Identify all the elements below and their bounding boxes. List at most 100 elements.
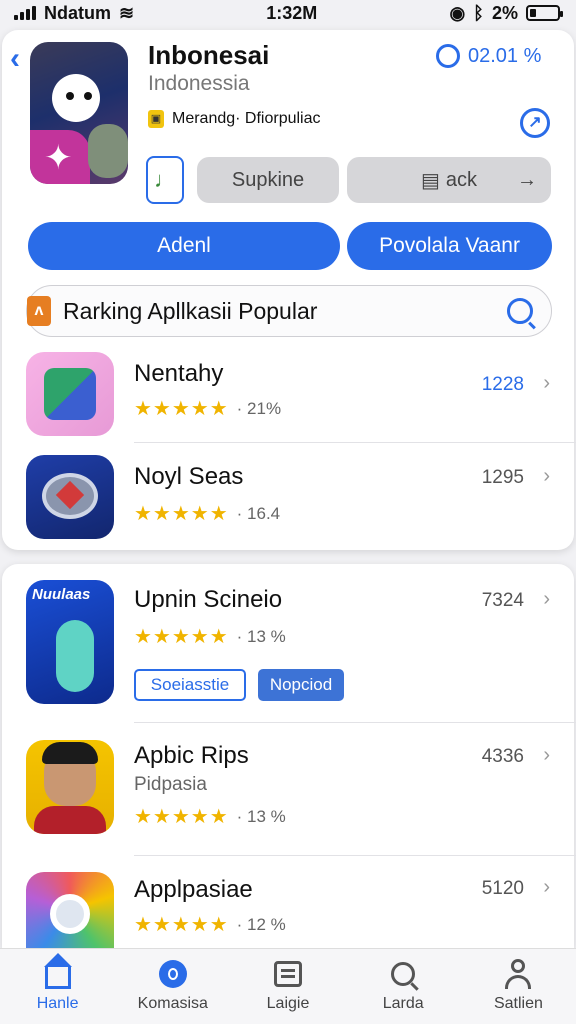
music-note-icon[interactable]: ♩	[146, 156, 184, 204]
app-count: 7324	[481, 590, 524, 611]
hero-face-shape	[52, 74, 100, 122]
rating-row: ★★★★★ · 12 %	[134, 912, 286, 937]
secondary-button-b-label: ack	[445, 168, 478, 191]
ranking-flag-icon: ᴧ	[27, 296, 51, 326]
app-name: Upnin Scineio	[134, 586, 283, 613]
hero-eye-left	[66, 92, 74, 100]
primary-button-b-label: Povolala Vaanr	[379, 234, 520, 257]
book-icon: ▤	[420, 169, 440, 192]
list-item[interactable]: Apbic Rips Pidpasia ★★★★★ · 13 % 4336 ›	[0, 740, 572, 840]
app-count: 4336	[481, 746, 524, 767]
rating-row: ★★★★★ · 16.4	[134, 501, 280, 526]
rating-text: · 13 %	[236, 626, 286, 646]
app-name: Apbic Rips	[134, 742, 249, 769]
chevron-right-icon: ›	[543, 876, 550, 898]
app-icon-text: Nuulaas	[32, 586, 91, 603]
hero-star-shape: ✦	[44, 139, 73, 177]
secondary-button-b[interactable]: ▤ ack →	[347, 157, 551, 203]
primary-button-a[interactable]: Adenl	[28, 222, 340, 270]
section-header-bar[interactable]: ᴧ Rarking Apllkasii Popular	[26, 285, 552, 337]
tab-bar: Hanle Komasisa Laigie Larda Satlien	[0, 948, 576, 1024]
star-rating-icon: ★★★★★	[134, 398, 229, 420]
secondary-button-a-label: Supkine	[231, 168, 305, 191]
compass-icon[interactable]: ↗	[520, 108, 550, 138]
status-left: Ndatum ≋	[14, 3, 134, 24]
battery-fill	[529, 9, 536, 17]
app-hero-icon: ✦	[30, 42, 128, 184]
clock: 1:32M	[266, 2, 318, 23]
app-name: Nentahy	[134, 360, 224, 387]
tag-button[interactable]: Soeiasstie	[134, 669, 246, 701]
chevron-right-icon: ›	[543, 465, 550, 487]
status-bar: Ndatum ≋ 1:32M ◉ ᛒ 2%	[0, 0, 576, 26]
divider	[134, 442, 576, 443]
section-title: Rarking Apllkasii Popular	[63, 297, 318, 324]
chevron-right-icon: ›	[543, 372, 550, 394]
app-icon	[26, 740, 114, 834]
tag-label: Soeiasstie	[150, 675, 230, 694]
hero-eye-right	[84, 92, 92, 100]
app-icon-shape	[56, 620, 94, 692]
app-icon	[26, 455, 114, 539]
app-count: 1295	[481, 467, 524, 488]
tab-discover[interactable]: Komasisa	[115, 949, 230, 1024]
tab-label: Laigie	[266, 995, 310, 1012]
bluetooth-icon: ᛒ	[473, 2, 484, 23]
app-icon: Nuulaas	[26, 580, 114, 704]
developer-row[interactable]: ▣ Merandg· Dfiorpuliac	[148, 110, 321, 128]
wifi-icon: ≋	[119, 2, 135, 23]
secondary-button-a[interactable]: Supkine	[197, 157, 339, 203]
divider	[134, 722, 576, 723]
rating-row: ★★★★★ · 13 %	[134, 624, 286, 649]
developer-name: Merandg· Dfiorpuliac	[172, 110, 321, 127]
location-icon: ◉	[449, 2, 466, 23]
rating-row: ★★★★★ · 21%	[134, 396, 281, 421]
tab-label: Hanle	[36, 995, 79, 1012]
chevron-right-icon: ›	[543, 588, 550, 610]
star-rating-icon: ★★★★★	[134, 626, 229, 648]
primary-button-b[interactable]: Povolala Vaanr	[347, 222, 552, 270]
progress-ring-icon	[436, 44, 460, 68]
list-item[interactable]: Noyl Seas ★★★★★ · 16.4 1295 ›	[0, 455, 572, 543]
rating-text: · 16.4	[236, 503, 281, 523]
hero-dog-shape	[88, 124, 128, 178]
arrow-right-icon: →	[517, 168, 537, 191]
divider	[134, 855, 576, 856]
app-icon-shape	[44, 368, 96, 420]
app-icon	[26, 352, 114, 436]
star-rating-icon: ★★★★★	[134, 503, 229, 525]
tag-label: Nopciod	[269, 675, 333, 694]
list-item[interactable]: Nuulaas Upnin Scineio ★★★★★ · 13 % Soeia…	[0, 580, 572, 720]
primary-button-a-label: Adenl	[157, 234, 211, 257]
gear-shape	[50, 894, 90, 934]
list-item[interactable]: Nentahy ★★★★★ · 21% 1228 ›	[0, 352, 572, 442]
home-icon	[43, 953, 73, 989]
status-right: ◉ ᛒ 2%	[449, 2, 563, 24]
carrier-label: Ndatum	[44, 2, 111, 23]
search-icon	[388, 959, 418, 989]
app-subtitle: Pidpasia	[134, 774, 207, 795]
list-icon	[273, 959, 303, 989]
app-name: Noyl Seas	[134, 463, 244, 490]
back-chevron-icon[interactable]: ‹	[10, 42, 20, 76]
rating-text: · 13 %	[236, 806, 286, 826]
tab-home[interactable]: Hanle	[0, 949, 115, 1024]
tab-list[interactable]: Laigie	[230, 949, 345, 1024]
app-count: 5120	[481, 878, 524, 899]
tab-search[interactable]: Larda	[346, 949, 461, 1024]
app-subtitle: Indonessia	[148, 72, 250, 95]
battery-icon	[525, 5, 563, 21]
battery-percent: 2%	[491, 2, 518, 23]
list-item[interactable]: Applpasiae ★★★★★ · 12 % 5120 ›	[0, 872, 572, 948]
chevron-right-icon: ›	[543, 744, 550, 766]
rating-row: ★★★★★ · 13 %	[134, 804, 286, 829]
tab-label: Komasisa	[137, 995, 208, 1012]
developer-badge-icon: ▣	[148, 110, 164, 128]
tab-profile[interactable]: Satlien	[461, 949, 576, 1024]
person-icon	[503, 959, 533, 989]
search-icon[interactable]	[507, 298, 533, 324]
tag-button[interactable]: Nopciod	[258, 669, 344, 701]
app-count: 1228	[481, 374, 524, 395]
rating-text: · 21%	[236, 398, 282, 418]
star-rating-icon: ★★★★★	[134, 914, 229, 936]
